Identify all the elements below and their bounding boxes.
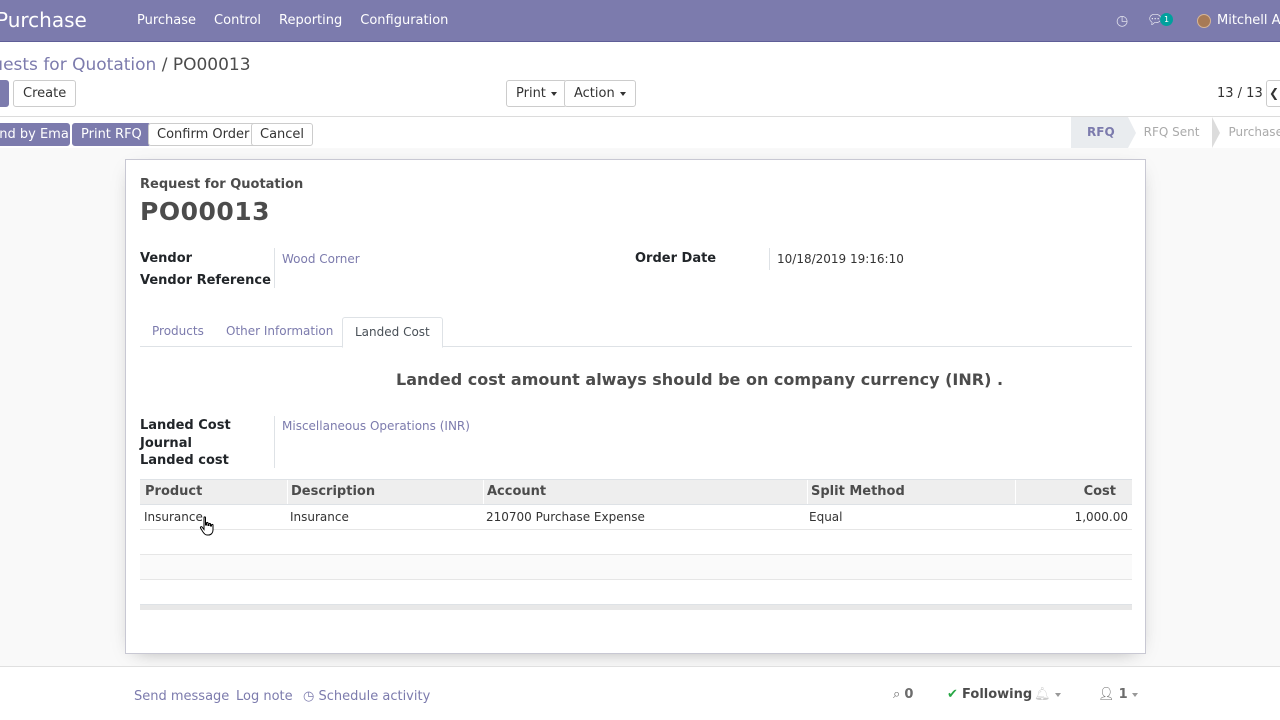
field-divider (274, 248, 275, 288)
tab-products[interactable]: Products (140, 317, 216, 347)
column-divider (1015, 480, 1016, 504)
field-divider (274, 416, 275, 468)
pager-previous-button[interactable]: ❮ (1266, 80, 1280, 107)
user-menu[interactable]: Mitchell Admin (1197, 0, 1280, 42)
print-dropdown[interactable]: Print (506, 80, 567, 107)
avatar (1197, 14, 1211, 28)
form-subtitle: Request for Quotation (140, 177, 304, 192)
landed-cost-journal-label-line1: Landed Cost (140, 418, 231, 433)
follow-button[interactable]: ✔ Following (947, 687, 1032, 702)
landed-cost-lines-table: Product Description Account Split Method… (140, 479, 1132, 605)
table-row[interactable]: Insurance Insurance 210700 Purchase Expe… (140, 505, 1132, 530)
check-icon: ✔ (947, 687, 958, 702)
column-divider (483, 480, 484, 504)
print-label: Print (516, 86, 546, 101)
send-message-button[interactable]: Send message (134, 689, 229, 704)
schedule-activity-label: Schedule activity (318, 689, 431, 704)
chevron-left-icon: ❮ (1269, 86, 1280, 100)
cell-cost[interactable]: 1,000.00 (1075, 505, 1128, 529)
clock-icon: ◷ (303, 689, 315, 704)
vendor-reference-label: Vendor Reference (140, 273, 271, 288)
app-name[interactable]: Purchase (0, 8, 87, 32)
main-menu: Purchase Control Reporting Configuration (137, 0, 466, 42)
column-account[interactable]: Account (487, 480, 546, 504)
cell-description[interactable]: Insurance (290, 505, 349, 529)
cancel-button[interactable]: Cancel (251, 123, 314, 146)
chevron-down-icon (550, 91, 557, 96)
order-date-field[interactable]: 10/18/2019 19:16:10 (777, 252, 904, 266)
chevron-down-icon (619, 91, 626, 96)
followers-button[interactable]: 👤︎ 1 (1098, 687, 1138, 702)
attachments-button[interactable]: ⌕ 0 (893, 687, 913, 702)
followers-count: 1 (1118, 687, 1128, 702)
stage-purchase-order[interactable]: Purchase Order (1212, 117, 1280, 148)
send-by-email-label: Send by Email (0, 127, 69, 142)
messages-button[interactable]: 💬︎ 1 (1147, 0, 1173, 42)
activity-clock-icon[interactable]: ◷ (1116, 0, 1128, 42)
send-by-email-button[interactable]: Send by Email (0, 123, 70, 146)
log-note-button[interactable]: Log note (236, 689, 293, 704)
status-bar: Send by Email Print RFQ Confirm Order Ca… (0, 116, 1280, 148)
breadcrumb-current: PO00013 (172, 55, 251, 75)
menu-purchase[interactable]: Purchase (137, 0, 196, 42)
vendor-label: Vendor (140, 251, 193, 266)
landed-cost-journal-label-line2: Journal (140, 436, 192, 451)
pager-value: 13 / 13 (1217, 86, 1263, 101)
user-icon: 👤︎ (1098, 687, 1115, 702)
column-product[interactable]: Product (145, 480, 202, 504)
status-stages: RFQ RFQ Sent Purchase Order (1071, 117, 1280, 148)
messages-badge: 1 (1160, 13, 1173, 26)
notebook-tabs: Products Other Information Landed Cost (140, 317, 1132, 348)
column-divider (807, 480, 808, 504)
menu-reporting[interactable]: Reporting (279, 0, 342, 42)
tab-other-information[interactable]: Other Information (214, 317, 345, 347)
action-dropdown[interactable]: Action (564, 80, 636, 107)
table-header: Product Description Account Split Method… (140, 479, 1132, 505)
column-description[interactable]: Description (291, 480, 375, 504)
currency-notice: Landed cost amount always should be on c… (396, 370, 1004, 389)
top-navbar: Purchase Purchase Control Reporting Conf… (0, 0, 1280, 42)
create-button[interactable]: Create (13, 80, 77, 107)
action-label: Action (574, 86, 615, 101)
column-divider (287, 480, 288, 504)
bell-icon: 🔔︎ (1034, 687, 1051, 702)
chevron-down-icon (1131, 692, 1138, 697)
tab-landed-cost[interactable]: Landed Cost (342, 317, 443, 348)
column-cost[interactable]: Cost (1084, 480, 1116, 504)
stage-rfq-sent[interactable]: RFQ Sent (1127, 117, 1221, 148)
notification-settings[interactable]: 🔔︎ (1034, 687, 1061, 702)
vendor-field[interactable]: Wood Corner (282, 252, 360, 266)
schedule-activity-button[interactable]: ◷ Schedule activity (303, 689, 430, 704)
chevron-down-icon (1054, 692, 1061, 697)
confirm-order-button[interactable]: Confirm Order (148, 123, 259, 146)
table-row-empty (140, 530, 1132, 555)
menu-control[interactable]: Control (214, 0, 261, 42)
following-label: Following (962, 687, 1033, 702)
cell-split-method[interactable]: Equal (809, 505, 843, 529)
edit-button[interactable] (0, 80, 9, 107)
column-split-method[interactable]: Split Method (811, 480, 905, 504)
breadcrumb-separator: / (156, 55, 173, 75)
table-row-empty (140, 555, 1132, 580)
table-row-empty (140, 580, 1132, 605)
chatter-bar: Send message Log note ◷ Schedule activit… (0, 666, 1280, 720)
paperclip-icon: ⌕ (893, 687, 901, 702)
table-footer (140, 604, 1132, 610)
menu-configuration[interactable]: Configuration (360, 0, 448, 42)
user-name: Mitchell Admin (1217, 13, 1280, 28)
page-title: PO00013 (140, 197, 271, 226)
stage-rfq[interactable]: RFQ (1071, 117, 1136, 148)
breadcrumb-parent[interactable]: Requests for Quotation (0, 55, 156, 75)
landed-cost-journal-field[interactable]: Miscellaneous Operations (INR) (282, 419, 470, 433)
print-rfq-button[interactable]: Print RFQ (72, 123, 151, 146)
order-date-label: Order Date (635, 251, 717, 266)
field-divider (769, 248, 770, 270)
hand-cursor-icon (199, 516, 214, 536)
attachments-count: 0 (904, 687, 914, 702)
cell-product[interactable]: Insurance (144, 505, 203, 529)
cell-account[interactable]: 210700 Purchase Expense (486, 505, 645, 529)
form-sheet: Request for Quotation PO00013 Vendor Woo… (125, 159, 1146, 654)
landed-cost-label: Landed cost (140, 453, 229, 468)
breadcrumb: Requests for Quotation / PO00013 (0, 55, 251, 75)
